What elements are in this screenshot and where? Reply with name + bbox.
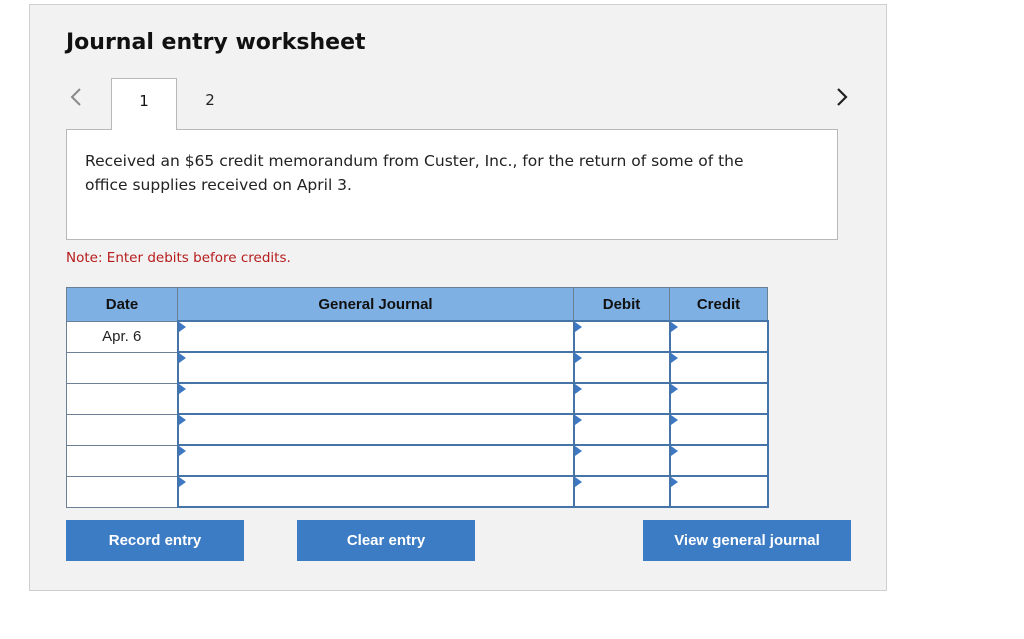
dropdown-arrow-icon [178,384,186,394]
dropdown-arrow-icon [670,446,678,456]
dropdown-arrow-icon [670,415,678,425]
date-header: Date [66,287,178,322]
dropdown-arrow-icon [574,384,582,394]
dropdown-arrow-icon [574,415,582,425]
account-input[interactable] [176,382,575,415]
dropdown-arrow-icon [574,477,582,487]
date-cell [66,475,178,508]
tab-1[interactable]: 1 [111,78,177,130]
credit-input[interactable] [668,444,769,477]
account-input[interactable] [176,475,575,508]
debit-header: Debit [573,287,670,322]
credit-input[interactable] [668,382,769,415]
dropdown-arrow-icon [178,446,186,456]
debit-input[interactable] [572,382,671,415]
view-general-journal-button[interactable]: View general journal [643,520,851,561]
page-title: Journal entry worksheet [66,30,366,55]
table-row [66,475,769,508]
dropdown-arrow-icon [178,322,186,332]
tab-2[interactable]: 2 [177,78,243,130]
debit-input[interactable] [572,351,671,384]
credit-input[interactable] [668,475,769,508]
table-row [66,351,769,384]
date-cell [66,413,178,446]
dropdown-arrow-icon [670,384,678,394]
entry-note: Note: Enter debits before credits. [66,250,291,266]
credit-input[interactable] [668,320,769,353]
dropdown-arrow-icon [670,322,678,332]
journal-table: Date General Journal Debit Credit Apr. 6 [66,287,769,508]
account-input[interactable] [176,320,575,353]
dropdown-arrow-icon [574,322,582,332]
account-input[interactable] [176,351,575,384]
chevron-right-icon[interactable] [830,86,852,108]
credit-input[interactable] [668,351,769,384]
dropdown-arrow-icon [178,477,186,487]
dropdown-arrow-icon [670,353,678,363]
table-row [66,444,769,477]
dropdown-arrow-icon [574,446,582,456]
debit-input[interactable] [572,320,671,353]
transaction-description-box: Received an $65 credit memorandum from C… [66,129,838,240]
account-input[interactable] [176,413,575,446]
date-cell [66,382,178,415]
date-cell [66,444,178,477]
clear-entry-button[interactable]: Clear entry [297,520,475,561]
debit-input[interactable] [572,444,671,477]
journal-header-row: Date General Journal Debit Credit [66,287,768,322]
debit-input[interactable] [572,475,671,508]
general-journal-header: General Journal [177,287,574,322]
debit-input[interactable] [572,413,671,446]
date-cell [66,351,178,384]
table-row [66,413,769,446]
credit-input[interactable] [668,413,769,446]
transaction-description: Received an $65 credit memorandum from C… [85,152,744,194]
record-entry-button[interactable]: Record entry [66,520,244,561]
table-row: Apr. 6 [66,320,769,353]
table-row [66,382,769,415]
date-cell: Apr. 6 [66,320,178,353]
chevron-left-icon[interactable] [66,86,88,108]
dropdown-arrow-icon [178,415,186,425]
account-input[interactable] [176,444,575,477]
dropdown-arrow-icon [670,477,678,487]
dropdown-arrow-icon [178,353,186,363]
credit-header: Credit [669,287,768,322]
dropdown-arrow-icon [574,353,582,363]
